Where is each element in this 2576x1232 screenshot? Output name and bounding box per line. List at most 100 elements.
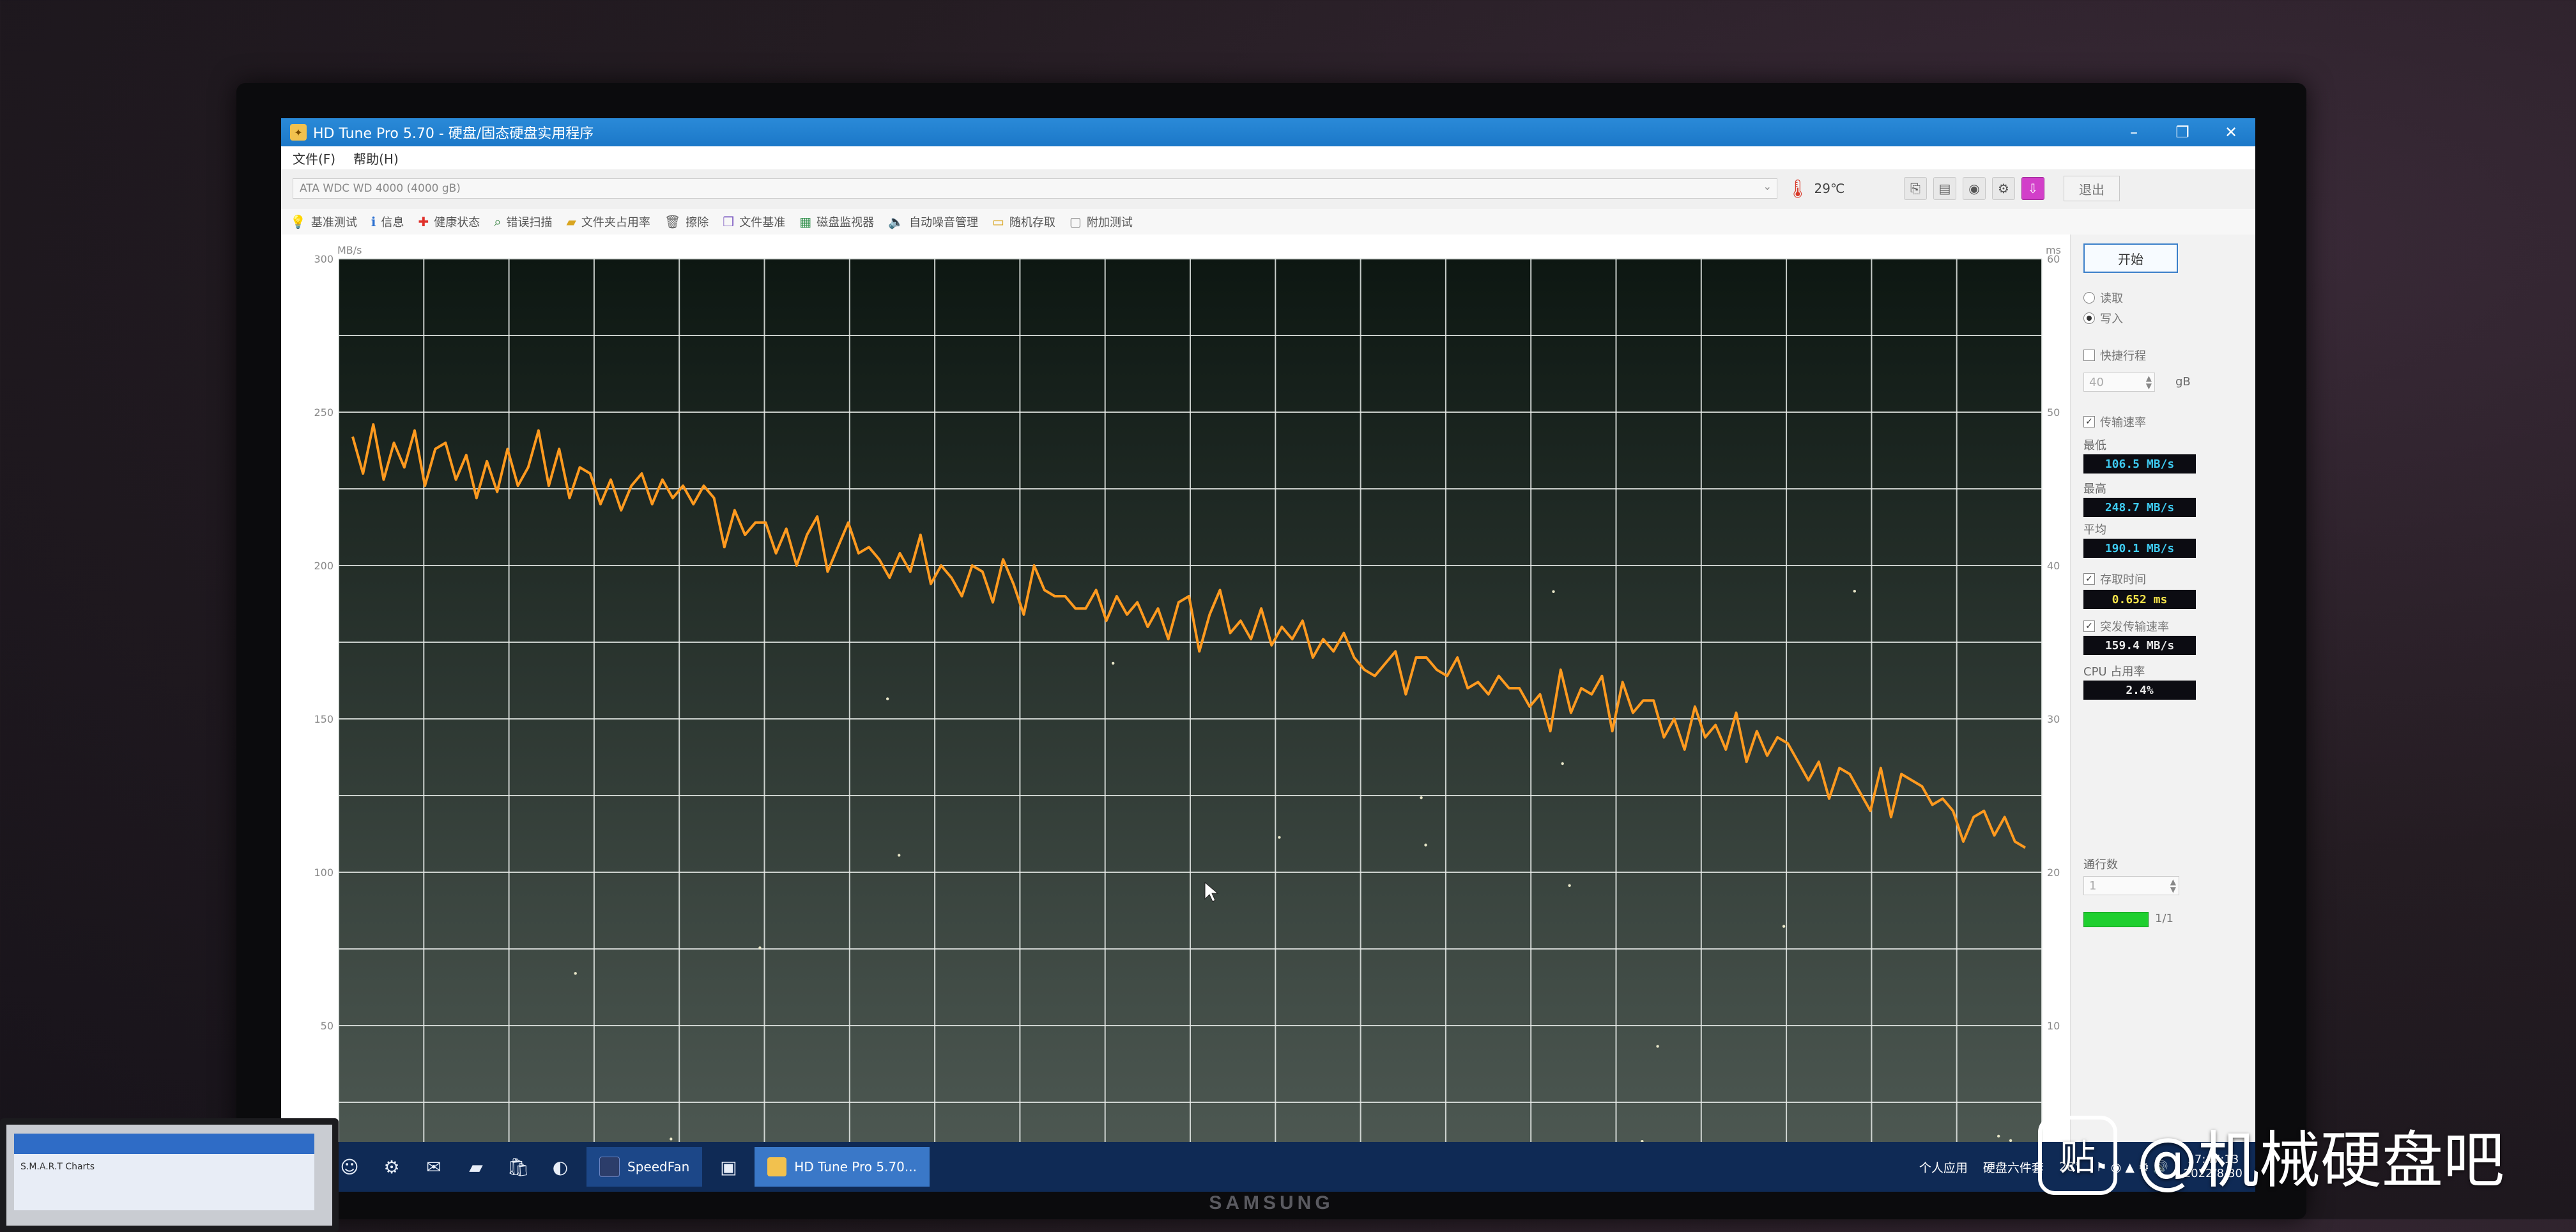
short-stroke-checkbox[interactable]: 快捷行程 — [2083, 347, 2146, 364]
menu-bar: 文件(F) 帮助(H) — [281, 146, 2255, 169]
access-time-dot — [670, 1137, 673, 1141]
mode-write-radio[interactable]: 写入 — [2083, 310, 2123, 327]
drive-toolbar: ATA WDC WD 4000 (4000 gB) ⌄ 🌡 29℃ ⎘ ▤ ◉ … — [281, 169, 2255, 210]
drive-select-value: ATA WDC WD 4000 (4000 gB) — [300, 182, 461, 195]
copy-screenshot-icon[interactable]: ▤ — [1933, 177, 1956, 200]
avg-label: 平均 — [2083, 523, 2106, 537]
folder-icon: ▰ — [566, 214, 576, 229]
speaker-icon: 🔈 — [888, 214, 905, 229]
tray-hdd-suite[interactable]: 硬盘六件套 — [1983, 1159, 2044, 1176]
y-tick-label: 50 — [321, 1020, 334, 1032]
benchmark-chart-area: MB/s ms 50 100 150 200 250 300 10 20 30 40 50 60 — [281, 235, 2070, 1192]
y2-tick-label: 40 — [2047, 560, 2060, 572]
mail-icon[interactable]: ✉ — [418, 1151, 450, 1183]
access-time-dot — [1112, 661, 1115, 665]
access-time-dot — [1278, 836, 1281, 839]
temperature-value: 29℃ — [1814, 181, 1845, 196]
passes-label: 通行数 — [2083, 858, 2118, 872]
copy-text-icon[interactable]: ⎘ — [1904, 177, 1927, 200]
laptop-tabs: S.M.A.R.T Charts — [20, 1162, 95, 1172]
tab-erase[interactable]: 🗑 擦除 — [664, 213, 709, 230]
lightbulb-icon: 💡 — [290, 214, 306, 229]
download-icon[interactable]: ⇩ — [2021, 177, 2044, 200]
min-value: 106.5 MB/s — [2083, 454, 2196, 474]
passes-input[interactable]: 1 ▲ ▼ — [2083, 876, 2179, 895]
restore-button[interactable]: ❐ — [2158, 123, 2207, 141]
tab-folder-usage[interactable]: ▰ 文件夹占用率 — [566, 213, 650, 230]
spinner-icon[interactable]: ▲ ▼ — [2146, 374, 2152, 390]
checkbox-checked-icon: ✓ — [2083, 620, 2095, 632]
tab-disk-monitor[interactable]: ▦ 磁盘监视器 — [799, 213, 874, 230]
close-button[interactable]: ✕ — [2207, 123, 2255, 141]
max-value: 248.7 MB/s — [2083, 498, 2196, 517]
mode-read-radio[interactable]: 读取 — [2083, 289, 2123, 306]
drive-select[interactable]: ATA WDC WD 4000 (4000 gB) ⌄ — [293, 178, 1777, 199]
y-tick-label: 100 — [314, 866, 334, 879]
folder-icon[interactable]: ▰ — [460, 1151, 492, 1183]
progress-bar — [2083, 912, 2149, 927]
access-time-dot — [898, 854, 901, 857]
results-panel: 开始 读取 写入 快捷行程 40 ▲ ▼ gB ✓ 传输速率 最低 106.5 MB… — [2070, 235, 2255, 1192]
access-time-dot — [1782, 925, 1786, 928]
y2-tick-label: 60 — [2047, 253, 2060, 265]
access-time-dot — [1424, 843, 1427, 847]
y-tick-label: 200 — [314, 560, 334, 572]
hdtune-icon — [767, 1157, 787, 1176]
checkbox-checked-icon: ✓ — [2083, 416, 2095, 427]
settings-icon[interactable]: ⚙ — [1992, 177, 2015, 200]
tab-benchmark[interactable]: 💡 基准测试 — [290, 213, 357, 230]
burst-rate-value: 159.4 MB/s — [2083, 636, 2196, 655]
store-icon[interactable]: 🛍 — [502, 1151, 534, 1183]
tab-info[interactable]: ℹ 信息 — [371, 213, 404, 230]
toolbar-icons: ⎘ ▤ ◉ ⚙ ⇩ — [1904, 177, 2051, 200]
radio-selected-icon — [2083, 312, 2095, 324]
menu-help[interactable]: 帮助(H) — [353, 149, 399, 167]
screen: ✦ HD Tune Pro 5.70 - 硬盘/固态硬盘实用程序 – ❐ ✕ 文… — [281, 118, 2255, 1192]
file-icon: ❒ — [723, 214, 735, 229]
taskbar-app-hdtune[interactable]: HD Tune Pro 5.70... — [755, 1147, 930, 1187]
access-time-dot — [1568, 884, 1571, 887]
window-title: HD Tune Pro 5.70 - 硬盘/固态硬盘实用程序 — [313, 126, 594, 142]
access-time-dot — [1561, 762, 1564, 766]
tab-file-benchmark[interactable]: ❒ 文件基准 — [723, 213, 785, 230]
info-icon: ℹ — [371, 214, 376, 229]
y2-tick-label: 50 — [2047, 406, 2060, 419]
image-viewer-icon[interactable]: ▣ — [712, 1151, 744, 1183]
watermark: 贴 @机械硬盘吧 — [2038, 1111, 2504, 1199]
taskbar-app-speedfan[interactable]: SpeedFan — [586, 1147, 703, 1187]
temperature-readout: 🌡 29℃ — [1786, 176, 1844, 201]
gear-icon[interactable]: ⚙ — [376, 1151, 408, 1183]
random-icon: ▭ — [992, 214, 1004, 229]
checkbox-icon — [2083, 350, 2095, 361]
grid-lines — [338, 258, 2043, 1180]
watermark-text: @机械硬盘吧 — [2136, 1125, 2504, 1196]
camera-icon[interactable]: ◉ — [1963, 177, 1986, 200]
avg-value: 190.1 MB/s — [2083, 539, 2196, 558]
access-time-dot — [1656, 1045, 1659, 1048]
tab-error-scan[interactable]: ⌕ 错误扫描 — [494, 213, 552, 230]
access-time-value: 0.652 ms — [2083, 590, 2196, 609]
tab-extra-tests[interactable]: ▢ 附加测试 — [1070, 213, 1133, 230]
function-tabs: 💡 基准测试 ℹ 信息 ✚ 健康状态 ⌕ 错误扫描 ▰ 文件夹占用率 🗑 擦除 ❒ 文件基准 … — [281, 209, 2255, 235]
short-stroke-input[interactable]: 40 ▲ ▼ — [2083, 373, 2155, 392]
spinner-icon[interactable]: ▲ ▼ — [2170, 878, 2176, 893]
start-button[interactable]: 开始 — [2083, 243, 2178, 273]
tab-random-access[interactable]: ▭ 随机存取 — [992, 213, 1055, 230]
access-time-checkbox[interactable]: ✓ 存取时间 — [2083, 571, 2146, 587]
trash-icon: 🗑 — [664, 214, 681, 229]
minimize-button[interactable]: – — [2110, 123, 2158, 141]
menu-file[interactable]: 文件(F) — [293, 149, 335, 167]
exit-button[interactable]: 退出 — [2064, 176, 2120, 201]
tab-aam[interactable]: 🔈 自动噪音管理 — [888, 213, 978, 230]
access-time-dot — [1853, 590, 1856, 593]
tab-health[interactable]: ✚ 健康状态 — [418, 213, 480, 230]
burst-rate-checkbox[interactable]: ✓ 突发传输速率 — [2083, 618, 2169, 635]
y-tick-label: 150 — [314, 713, 334, 725]
tray-personal-apps[interactable]: 个人应用 — [1919, 1159, 1968, 1176]
edge-browser-icon[interactable]: ◐ — [544, 1151, 576, 1183]
progress-text: 1/1 — [2155, 912, 2174, 925]
cpu-usage-label: CPU 占用率 — [2083, 665, 2145, 679]
monitor-icon: ▦ — [799, 214, 812, 229]
transfer-rate-checkbox[interactable]: ✓ 传输速率 — [2083, 413, 2146, 430]
access-time-dot — [1997, 1134, 2000, 1138]
